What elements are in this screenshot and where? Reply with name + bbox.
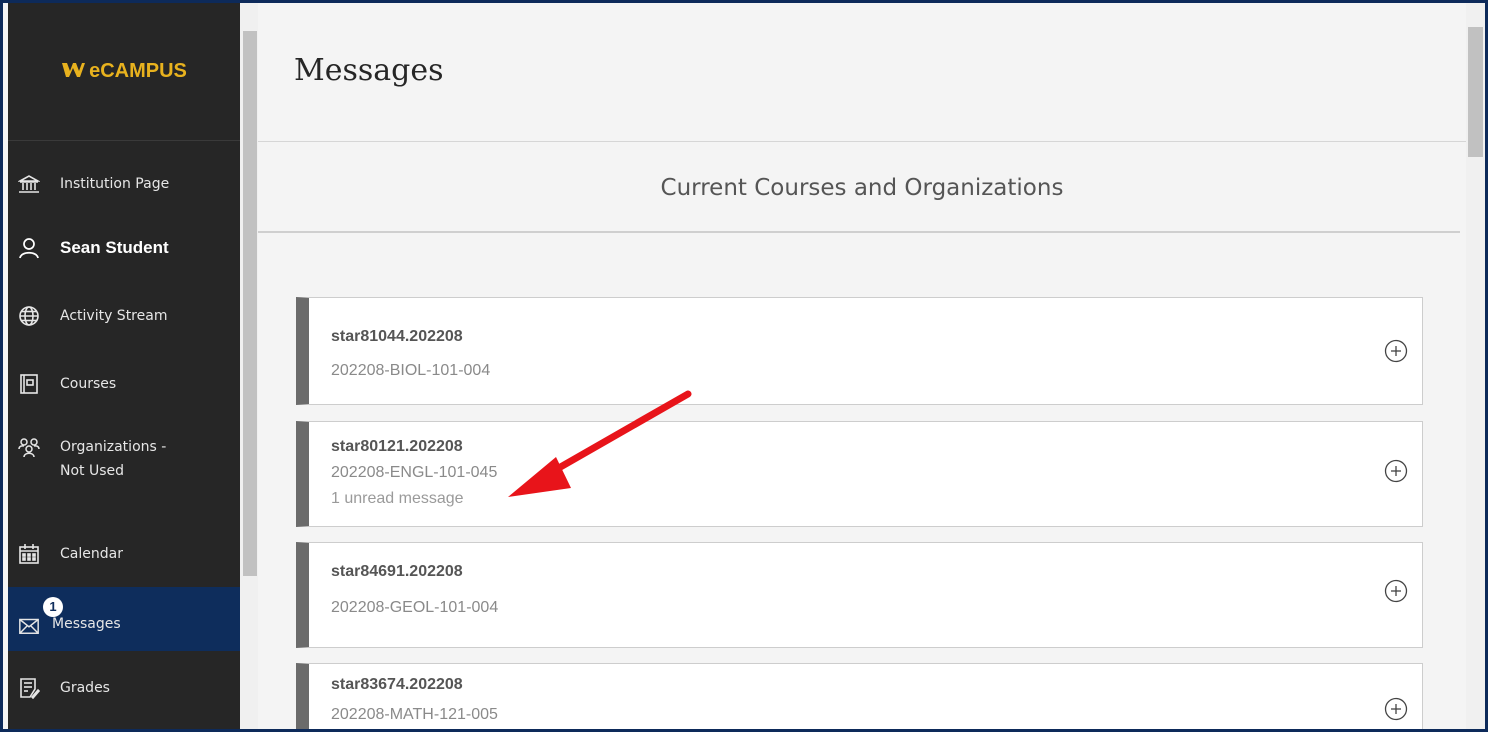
envelope-icon: [18, 614, 40, 636]
sidebar-item-organizations[interactable]: Organizations - Not Used: [8, 435, 240, 495]
organizations-icon: [18, 437, 40, 459]
brand-logo[interactable]: eCAMPUS: [8, 3, 240, 141]
expand-plus-icon[interactable]: [1384, 697, 1408, 721]
ecampus-logo-icon: [61, 60, 86, 84]
calendar-icon: [18, 543, 40, 565]
course-name: 202208-MATH-121-005: [331, 706, 498, 723]
main-scrollbar-thumb[interactable]: [1468, 27, 1483, 157]
globe-icon: [18, 305, 40, 327]
sidebar-item-messages[interactable]: 1 Messages: [8, 587, 240, 651]
sidebar-item-courses[interactable]: Courses: [8, 361, 240, 407]
user-icon: [18, 237, 40, 259]
sidebar-item-label: Sean Student: [60, 238, 169, 257]
sidebar-scrollbar-thumb[interactable]: [243, 31, 257, 576]
course-code: star84691.202208: [331, 563, 463, 580]
sidebar-item-activity-stream[interactable]: Activity Stream: [8, 293, 240, 339]
expand-plus-icon[interactable]: [1384, 459, 1408, 483]
expand-plus-icon[interactable]: [1384, 339, 1408, 363]
main-content: Messages Current Courses and Organizatio…: [258, 3, 1466, 729]
sidebar-item-grades[interactable]: Grades: [8, 665, 240, 711]
unread-badge: 1: [43, 597, 63, 617]
book-icon: [18, 373, 40, 395]
app-frame: eCAMPUS Institution Page Sean Student Ac…: [3, 3, 1485, 729]
course-code: star80121.202208: [331, 438, 463, 455]
course-name: 202208-ENGL-101-045: [331, 464, 498, 481]
sidebar-item-calendar[interactable]: Calendar: [8, 531, 240, 577]
sidebar-item-label-line1: Organizations -: [60, 439, 167, 455]
sidebar-item-label: Activity Stream: [60, 308, 168, 324]
course-card[interactable]: star80121.202208 202208-ENGL-101-045 1 u…: [296, 421, 1423, 527]
sidebar-item-label: Courses: [60, 376, 117, 392]
page-title: Messages: [294, 53, 444, 88]
course-card[interactable]: star83674.202208 202208-MATH-121-005: [296, 663, 1423, 729]
course-card[interactable]: star81044.202208 202208-BIOL-101-004: [296, 297, 1423, 405]
sidebar-item-profile[interactable]: Sean Student: [8, 225, 240, 271]
course-name: 202208-GEOL-101-004: [331, 599, 499, 616]
institution-icon: [18, 173, 40, 195]
divider: [258, 231, 1460, 233]
sidebar-item-label: Institution Page: [60, 176, 170, 192]
sidebar-item-label: Calendar: [60, 546, 123, 562]
unread-message-count[interactable]: 1 unread message: [331, 490, 464, 508]
grades-icon: [18, 677, 40, 699]
section-title: Current Courses and Organizations: [660, 175, 1064, 201]
brand-text: eCAMPUS: [89, 60, 187, 82]
course-code: star83674.202208: [331, 676, 463, 693]
sidebar: eCAMPUS Institution Page Sean Student Ac…: [8, 3, 240, 729]
divider: [258, 141, 1466, 142]
sidebar-item-label: Messages: [52, 616, 121, 632]
sidebar-item-label-line2: Not Used: [60, 463, 125, 479]
sidebar-item-institution-page[interactable]: Institution Page: [8, 161, 240, 207]
course-code: star81044.202208: [331, 328, 463, 345]
expand-plus-icon[interactable]: [1384, 579, 1408, 603]
course-card[interactable]: star84691.202208 202208-GEOL-101-004: [296, 542, 1423, 648]
course-name: 202208-BIOL-101-004: [331, 362, 491, 379]
sidebar-item-label: Grades: [60, 680, 110, 696]
